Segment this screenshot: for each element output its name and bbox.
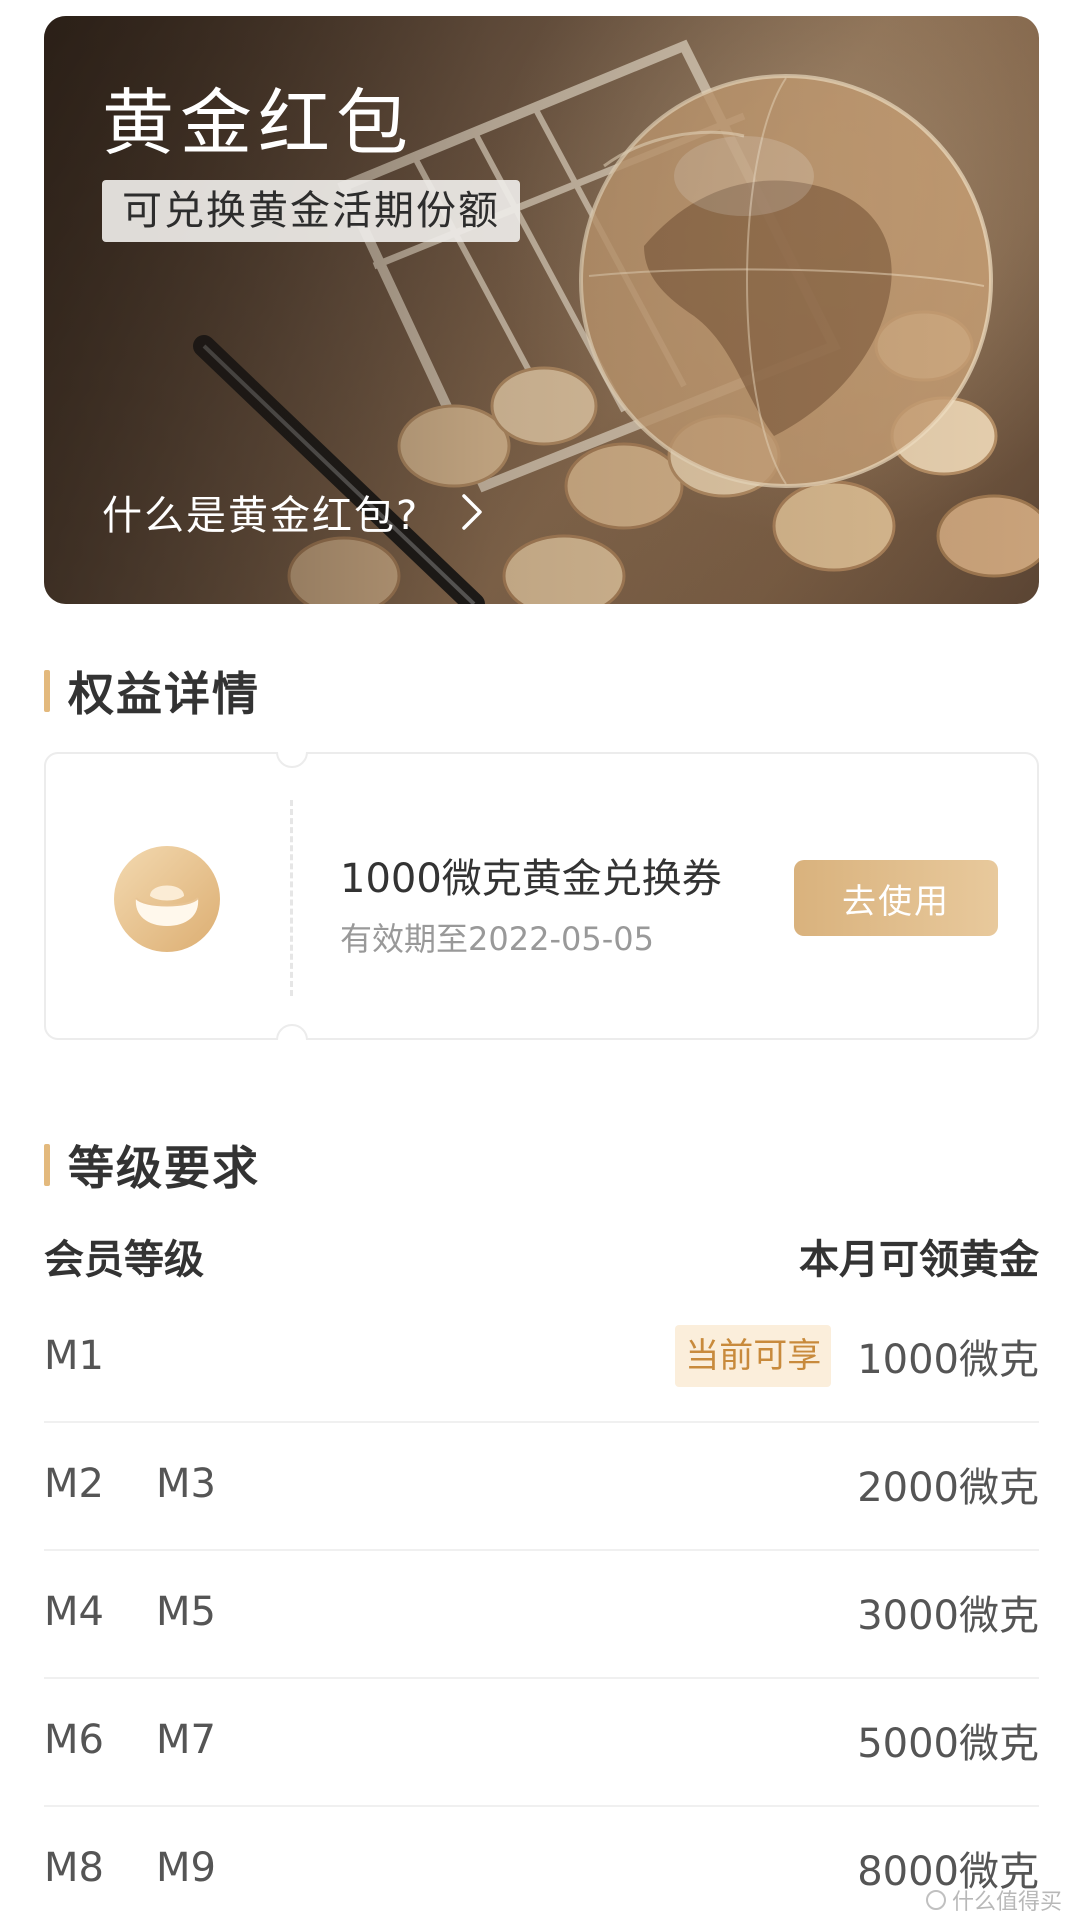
benefits-section-header: 权益详情: [44, 658, 260, 724]
row-divider: [44, 1805, 1039, 1807]
banner-link-label: 什么是黄金红包?: [102, 493, 420, 539]
page: 黄金红包 可兑换黄金活期份额 什么是黄金红包? 权益详情 1000微克黄金兑换券…: [0, 0, 1080, 1920]
level-label: M1: [44, 1333, 104, 1379]
level-names: M4 M5: [44, 1576, 216, 1648]
gold-ingot-icon: [114, 846, 220, 952]
what-is-gold-red-packet-link[interactable]: 什么是黄金红包?: [102, 482, 483, 542]
level-row: M8 M9 8000微克: [44, 1832, 1039, 1904]
gold-amount: 3000微克: [857, 1593, 1039, 1639]
level-names: M2 M3: [44, 1448, 216, 1520]
level-label: M5: [155, 1589, 216, 1635]
level-names: M8 M9: [44, 1832, 216, 1904]
level-row: M6 M7 5000微克: [44, 1704, 1039, 1832]
monthly-gold-column-header: 本月可领黄金: [799, 1237, 1039, 1283]
coupon-notch-bottom: [276, 1024, 308, 1040]
current-level-badge: 当前可享: [675, 1325, 832, 1387]
coupon-notch-top: [276, 752, 308, 768]
level-label: M4: [44, 1589, 104, 1635]
member-level-column-header: 会员等级: [44, 1237, 204, 1283]
coupon-title: 1000微克黄金兑换券: [340, 856, 722, 902]
level-label: M3: [155, 1461, 216, 1507]
level-names: M6 M7: [44, 1704, 216, 1776]
level-reward: 2000微克: [857, 1448, 1039, 1520]
site-watermark: 什么值得买: [925, 1884, 1062, 1916]
watermark-text: 什么值得买: [951, 1890, 1062, 1915]
row-divider: [44, 1677, 1039, 1679]
row-divider: [44, 1421, 1039, 1423]
level-row: M4 M5 3000微克: [44, 1576, 1039, 1704]
level-label: M6: [44, 1717, 104, 1763]
level-label: M8: [44, 1845, 104, 1891]
levels-section-title: 等级要求: [68, 1141, 260, 1195]
gold-red-packet-banner: 黄金红包 可兑换黄金活期份额 什么是黄金红包?: [44, 16, 1039, 604]
coupon-expiry-date: 有效期至2022-05-05: [340, 920, 654, 958]
coupon-dashed-divider: [290, 800, 293, 996]
level-names: M1: [44, 1320, 104, 1392]
benefits-section-title: 权益详情: [68, 667, 260, 721]
gold-coupon-card: 1000微克黄金兑换券 有效期至2022-05-05 去使用: [44, 752, 1039, 1040]
levels-table-header: 会员等级 本月可领黄金: [44, 1230, 1039, 1290]
chevron-right-icon: [461, 493, 483, 531]
section-accent-bar: [44, 670, 50, 712]
gold-amount: 2000微克: [857, 1465, 1039, 1511]
gold-amount: 5000微克: [857, 1721, 1039, 1767]
level-reward: 当前可享 1000微克: [675, 1320, 1039, 1392]
gold-amount: 1000微克: [857, 1337, 1039, 1383]
banner-tag: 可兑换黄金活期份额: [102, 180, 520, 242]
banner-title: 黄金红包: [102, 81, 415, 165]
level-row: M2 M3 2000微克: [44, 1448, 1039, 1576]
level-row: M1 当前可享 1000微克: [44, 1320, 1039, 1448]
level-reward: 3000微克: [857, 1576, 1039, 1648]
levels-section-header: 等级要求: [44, 1132, 260, 1198]
level-label: M7: [155, 1717, 216, 1763]
use-coupon-button[interactable]: 去使用: [794, 860, 998, 936]
watermark-logo-icon: [925, 1890, 946, 1910]
level-label: M2: [44, 1461, 104, 1507]
level-label: M9: [155, 1845, 216, 1891]
section-accent-bar: [44, 1144, 50, 1186]
row-divider: [44, 1549, 1039, 1551]
level-reward: 5000微克: [857, 1704, 1039, 1776]
